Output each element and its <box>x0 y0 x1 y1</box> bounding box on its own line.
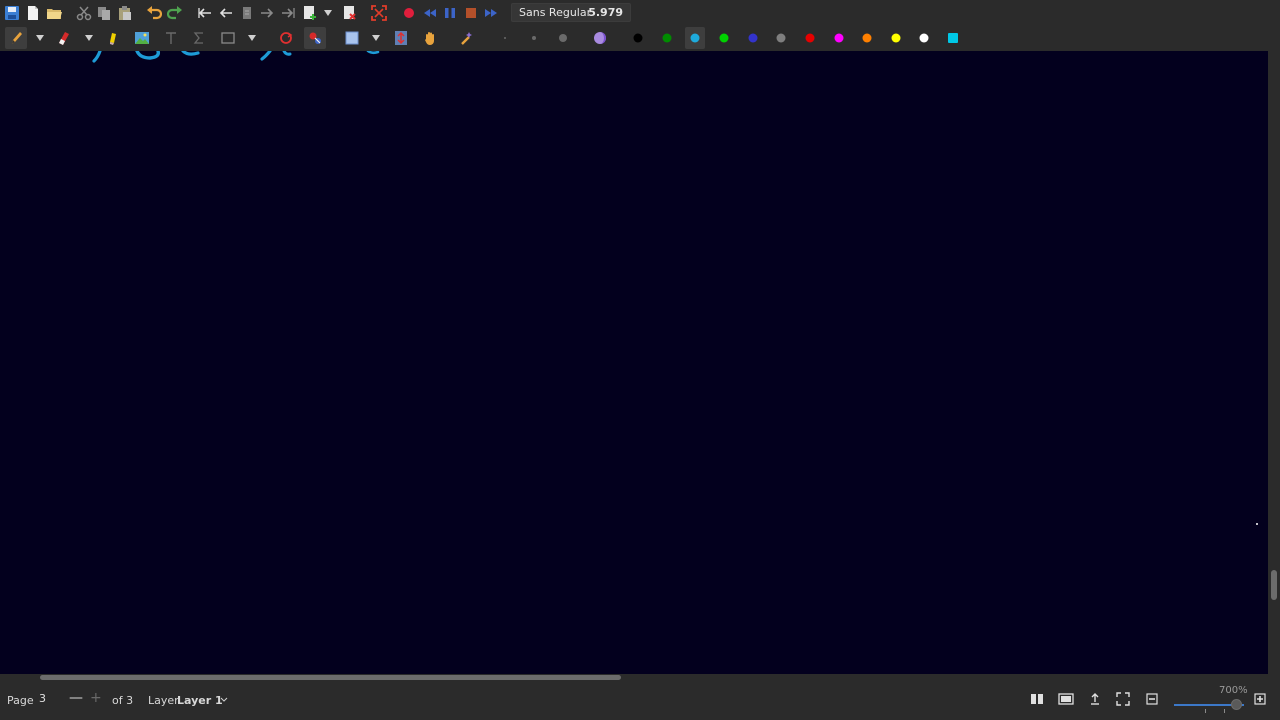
color-blue-swatch[interactable] <box>748 33 758 43</box>
image-icon[interactable] <box>133 29 151 47</box>
font-name-label: Sans Regular <box>519 6 592 19</box>
vertical-space-icon[interactable] <box>392 29 410 47</box>
zoom-fit-icon[interactable] <box>1086 690 1104 708</box>
zoom-level-label: 700% <box>1219 685 1248 696</box>
color-light-blue-swatch[interactable] <box>690 33 700 43</box>
tools-toolbar <box>0 25 1280 51</box>
color-gray-swatch[interactable] <box>776 33 786 43</box>
zoom-out-icon[interactable] <box>1143 690 1161 708</box>
color-yellow-swatch[interactable] <box>891 33 901 43</box>
fill-icon[interactable] <box>591 29 609 47</box>
pen-dropdown-icon[interactable] <box>36 34 44 42</box>
drawing-canvas[interactable] <box>0 51 1268 674</box>
save-icon[interactable] <box>3 4 21 22</box>
pause-icon[interactable] <box>441 4 459 22</box>
main-toolbar: Sans Regular 5.979 <box>0 0 1280 25</box>
horizontal-scrollbar[interactable] <box>0 674 1268 682</box>
hand-icon[interactable] <box>421 29 439 47</box>
vertical-scrollbar[interactable] <box>1268 51 1280 674</box>
font-size-label: 5.979 <box>588 6 623 19</box>
ink-strokes <box>92 51 1258 525</box>
layer-select[interactable]: Layer 1 <box>177 694 223 707</box>
color-orange-swatch[interactable] <box>862 33 872 43</box>
cut-icon[interactable] <box>75 4 93 22</box>
font-selector-button[interactable]: Sans Regular 5.979 <box>511 3 631 22</box>
record-icon[interactable] <box>400 4 418 22</box>
open-folder-icon[interactable] <box>45 4 63 22</box>
new-page-dropdown-icon[interactable] <box>324 9 332 17</box>
zoom-tick <box>1224 709 1225 713</box>
color-white-swatch[interactable] <box>919 33 929 43</box>
paste-icon[interactable] <box>116 4 134 22</box>
new-page-icon[interactable] <box>300 4 318 22</box>
redo-icon[interactable] <box>166 4 184 22</box>
color-black-swatch[interactable] <box>633 33 643 43</box>
rectangle-shape-icon[interactable] <box>219 29 237 47</box>
zoom-slider-handle[interactable] <box>1231 699 1242 710</box>
select-rectangle-icon[interactable] <box>343 29 361 47</box>
zoom-fit-page-icon[interactable] <box>1114 690 1132 708</box>
stop-icon[interactable] <box>462 4 480 22</box>
vertical-scrollbar-thumb[interactable] <box>1271 570 1277 600</box>
new-document-icon[interactable] <box>24 4 42 22</box>
default-tool-icon[interactable] <box>458 29 476 47</box>
fullscreen-icon[interactable] <box>370 4 388 22</box>
shape-dropdown-icon[interactable] <box>248 34 256 42</box>
color-magenta-swatch[interactable] <box>834 33 844 43</box>
select-dropdown-icon[interactable] <box>372 34 380 42</box>
medium-size-icon[interactable] <box>532 36 536 40</box>
color-light-green-swatch[interactable] <box>719 33 729 43</box>
delete-page-icon[interactable] <box>340 4 358 22</box>
shape-recognizer-icon[interactable] <box>277 29 295 47</box>
custom-color-swatch[interactable] <box>948 33 958 43</box>
horizontal-scrollbar-thumb[interactable] <box>40 675 621 680</box>
paired-pages-icon[interactable] <box>1028 690 1046 708</box>
zoom-tick <box>1205 709 1206 713</box>
xournal-window: Sans Regular 5.979 Page 3 — + of 3 Layer… <box>0 0 1280 720</box>
undo-icon[interactable] <box>145 4 163 22</box>
zoom-in-icon[interactable] <box>1251 690 1269 708</box>
page-label: Page <box>7 694 34 707</box>
page-count-label: of 3 <box>112 694 134 707</box>
eraser-icon[interactable] <box>55 29 73 47</box>
presentation-mode-icon[interactable] <box>1057 690 1075 708</box>
latex-sum-icon[interactable] <box>190 29 208 47</box>
page-increment-button[interactable]: + <box>90 690 102 706</box>
text-tool-icon[interactable] <box>162 29 180 47</box>
eraser-dropdown-icon[interactable] <box>85 34 93 42</box>
next-page-icon[interactable] <box>258 4 276 22</box>
magic-select-icon[interactable] <box>306 29 324 47</box>
layer-dropdown-icon[interactable] <box>220 696 228 704</box>
highlighter-icon[interactable] <box>104 29 122 47</box>
goto-page-icon[interactable] <box>238 4 256 22</box>
page-number-input[interactable]: 3 <box>36 690 60 708</box>
rewind-icon[interactable] <box>421 4 439 22</box>
first-page-icon[interactable] <box>196 4 214 22</box>
last-page-icon[interactable] <box>279 4 297 22</box>
pen-icon[interactable] <box>7 29 25 47</box>
thin-size-icon[interactable] <box>504 37 506 39</box>
color-red-swatch[interactable] <box>805 33 815 43</box>
color-green-swatch[interactable] <box>662 33 672 43</box>
previous-page-icon[interactable] <box>217 4 235 22</box>
fast-forward-icon[interactable] <box>482 4 500 22</box>
layer-label: Layer <box>148 694 179 707</box>
copy-icon[interactable] <box>95 4 113 22</box>
thick-size-icon[interactable] <box>559 34 567 42</box>
page-decrement-button[interactable]: — <box>69 690 83 706</box>
status-bar: Page 3 — + of 3 Layer Layer 1 700% <box>0 682 1280 720</box>
